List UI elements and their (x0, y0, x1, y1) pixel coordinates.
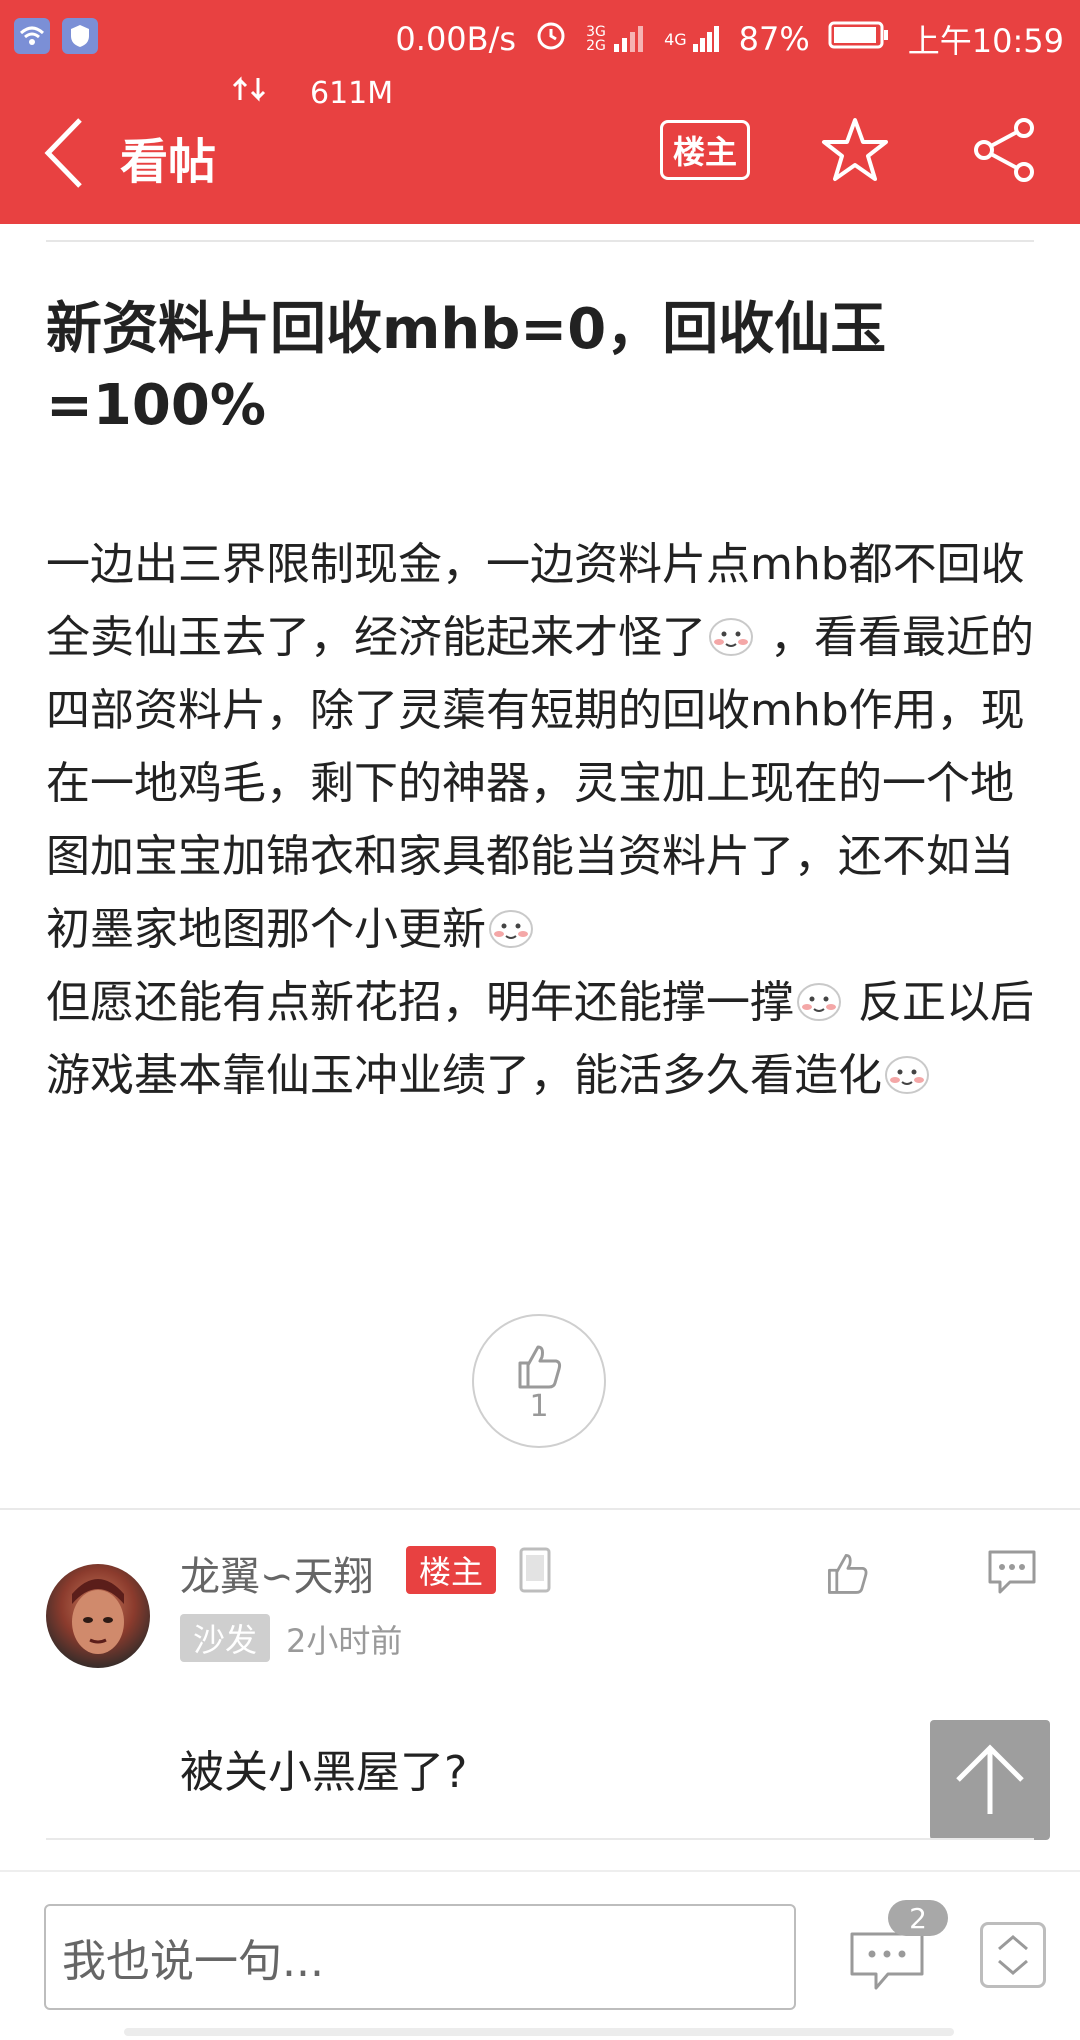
post-title: 新资料片回收mhb=0，回收仙玉=100% (46, 297, 887, 438)
status-right: 0.00B/s 3G 2G 4G 87% 上午10:59 (395, 16, 1064, 62)
owner-only-toggle[interactable]: 楼主 (660, 120, 750, 180)
nav-indicator (124, 2028, 954, 2036)
page-nav-button[interactable] (980, 1922, 1046, 1988)
comment-like-button[interactable] (822, 1548, 872, 1598)
shield-icon (62, 18, 98, 54)
post-like-count: 1 (529, 1388, 549, 1424)
page-nav-icon (998, 1935, 1028, 1975)
divider (46, 1838, 1034, 1840)
comment-username[interactable]: 龙翼∽天翔 (180, 1544, 374, 1602)
thumbs-up-icon (518, 1345, 562, 1388)
thumbs-up-icon (828, 1554, 868, 1594)
owner-badge: 楼主 (406, 1546, 496, 1594)
data-usage: 611M (310, 75, 394, 111)
net-speed: 0.00B/s (395, 20, 517, 58)
post-like-button[interactable]: 1 (472, 1314, 606, 1448)
post-body-text-2: ，看看最近的四部资料片，除了灵蕖有短期的回收mhb作用，现在一地鸡毛，剩下的神器… (46, 612, 1034, 955)
signal-a-label: 3G 2G (586, 24, 606, 54)
app-header: 0.00B/s 3G 2G 4G 87% 上午10:59 611M 看帖 楼主 (0, 0, 1080, 224)
post-body: 一边出三界限制现金，一边资料片点mhb都不回收全卖仙玉去了，经济能起来才怪了 ，… (46, 528, 1036, 1112)
star-icon (822, 118, 888, 181)
back-button[interactable] (40, 116, 90, 190)
comment-reply-button[interactable] (986, 1548, 1038, 1596)
share-button[interactable] (970, 116, 1038, 184)
emoji-icon (797, 983, 841, 1021)
clock-time: 上午10:59 (907, 22, 1064, 60)
comment-time: 2小时前 (286, 1622, 403, 1660)
comments-count-badge: 2 (888, 1900, 948, 1936)
avatar[interactable] (46, 1564, 150, 1668)
back-icon (44, 118, 82, 188)
bottom-bar: 我也说一句... 2 (0, 1870, 1080, 2040)
reply-icon (988, 1550, 1036, 1594)
reply-input[interactable]: 我也说一句... (44, 1904, 796, 2010)
emoji-icon (489, 910, 533, 948)
battery-percent: 87% (738, 20, 810, 58)
signal-icon-a: 3G 2G (586, 24, 646, 54)
signal-b-label: 4G (664, 29, 687, 49)
scroll-top-button[interactable] (930, 1720, 1050, 1840)
sync-icon (230, 72, 270, 114)
comment-text: 被关小黑屋了? (180, 1747, 468, 1798)
divider (46, 240, 1034, 242)
emoji-icon (709, 618, 753, 656)
alarm-icon (534, 18, 568, 60)
status-left-icons (14, 18, 98, 54)
post-body-text-3: 但愿还能有点新花招，明年还能撑一撑 (46, 977, 794, 1028)
page-title: 看帖 (120, 134, 217, 190)
phone-device-icon (518, 1546, 552, 1594)
battery-icon (828, 20, 890, 58)
arrow-up-icon (956, 1744, 1024, 1814)
floor-badge: 沙发 (180, 1614, 270, 1662)
emoji-icon (885, 1056, 929, 1094)
data-usage-row: 611M (230, 72, 393, 114)
share-icon (974, 118, 1034, 182)
wifi-icon (14, 18, 50, 54)
signal-icon-b: 4G (664, 24, 721, 54)
favorite-button[interactable] (820, 115, 890, 185)
divider (0, 1508, 1080, 1510)
